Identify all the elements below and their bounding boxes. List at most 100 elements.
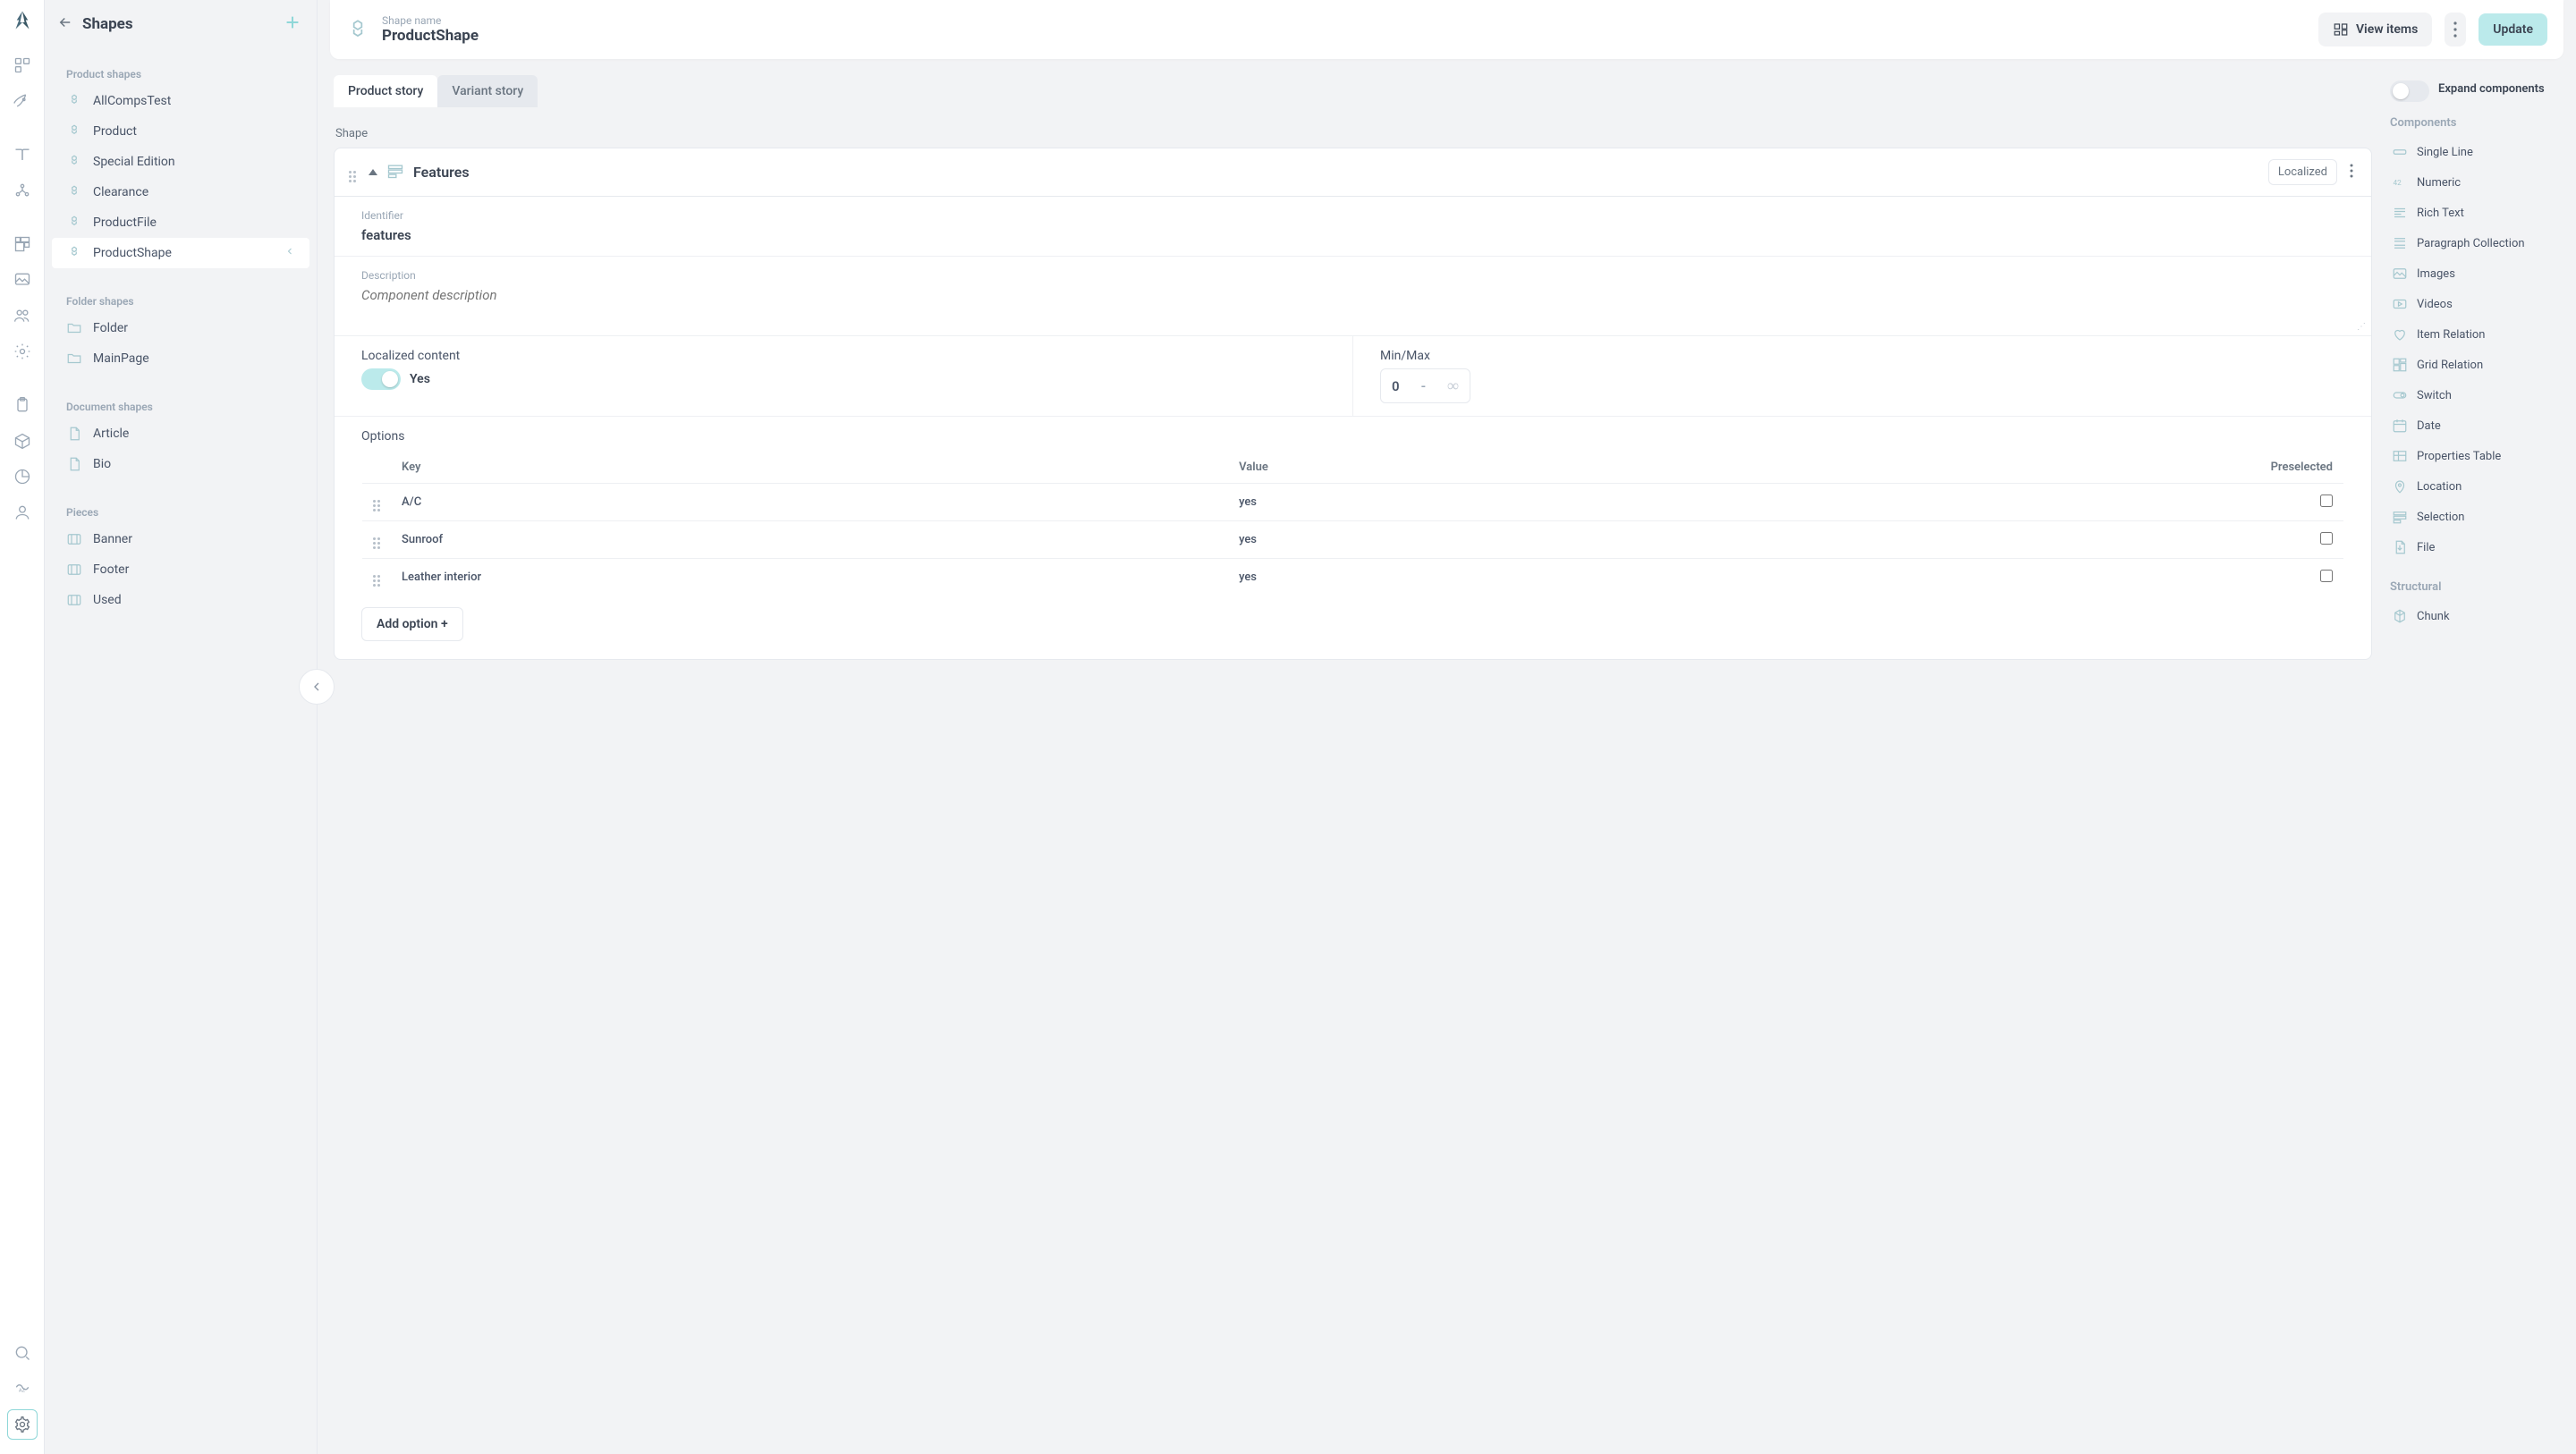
component-card: Features Localized Identifier features D… xyxy=(334,148,2372,660)
pieces-section: Pieces Banner Footer Used xyxy=(45,486,317,622)
table-row: Sunroof yes xyxy=(362,521,2344,559)
tab-variant-story[interactable]: Variant story xyxy=(437,75,538,107)
row-drag-icon[interactable] xyxy=(362,559,392,596)
folder-shapes-section: Folder shapes Folder MainPage xyxy=(45,275,317,381)
sidebar-item-article[interactable]: Article xyxy=(52,418,309,449)
sidebar-item-used[interactable]: Used xyxy=(52,585,309,615)
rail-grid-icon[interactable] xyxy=(7,229,38,259)
sidebar-item-allcompstest[interactable]: AllCompsTest xyxy=(52,86,309,116)
update-button[interactable]: Update xyxy=(2479,13,2547,46)
section-title: Product shapes xyxy=(52,55,309,86)
collapse-sidebar-icon[interactable] xyxy=(299,669,335,705)
sidebar-item-product[interactable]: Product xyxy=(52,116,309,147)
component-name[interactable]: Features xyxy=(413,164,2259,181)
comp-grid-relation[interactable]: Grid Relation xyxy=(2390,350,2560,380)
th-preselected: Preselected xyxy=(1648,452,2343,484)
chevron-left-icon xyxy=(284,246,295,260)
sidebar-item-label: ProductFile xyxy=(93,216,157,230)
sidebar-item-label: AllCompsTest xyxy=(93,94,171,108)
rail-webhooks-icon[interactable] xyxy=(7,175,38,206)
collapse-triangle-icon[interactable] xyxy=(369,169,377,175)
rail-pie-icon[interactable] xyxy=(7,461,38,492)
comp-file[interactable]: File xyxy=(2390,532,2560,562)
comp-switch[interactable]: Switch xyxy=(2390,380,2560,410)
preselected-checkbox[interactable] xyxy=(2320,570,2333,582)
identifier-value[interactable]: features xyxy=(361,227,2344,243)
rail-search-icon[interactable] xyxy=(7,1338,38,1368)
rail-catalogue-icon[interactable] xyxy=(7,50,38,80)
shape-icon xyxy=(346,18,369,41)
components-section-title: Components xyxy=(2390,116,2560,130)
story-tabs: Product story Variant story xyxy=(334,75,2372,107)
add-option-button[interactable]: Add option + xyxy=(361,607,463,641)
rail-image-icon[interactable] xyxy=(7,265,38,295)
sidebar-item-mainpage[interactable]: MainPage xyxy=(52,343,309,374)
comp-properties-table[interactable]: Properties Table xyxy=(2390,441,2560,471)
sidebar-item-productshape[interactable]: ProductShape xyxy=(52,238,309,268)
sidebar-item-label: Used xyxy=(93,593,122,607)
comp-images[interactable]: Images xyxy=(2390,258,2560,289)
comp-paragraph-collection[interactable]: Paragraph Collection xyxy=(2390,228,2560,258)
comp-numeric[interactable]: 42Numeric xyxy=(2390,167,2560,198)
cell-key[interactable]: Sunroof xyxy=(391,521,1228,559)
more-button[interactable] xyxy=(2445,13,2466,46)
row-drag-icon[interactable] xyxy=(362,521,392,559)
rail-language-icon[interactable]: AZ xyxy=(7,1374,38,1404)
sidebar-item-clearance[interactable]: Clearance xyxy=(52,177,309,207)
localized-toggle[interactable]: Yes xyxy=(361,368,1326,390)
comp-selection[interactable]: Selection xyxy=(2390,502,2560,532)
view-items-button[interactable]: View items xyxy=(2318,13,2432,46)
component-menu-icon[interactable] xyxy=(2346,160,2357,185)
max-value[interactable]: ∞ xyxy=(1436,369,1470,402)
preselected-checkbox[interactable] xyxy=(2320,495,2333,507)
sidebar-item-productfile[interactable]: ProductFile xyxy=(52,207,309,238)
rail-settings-icon[interactable] xyxy=(7,1409,38,1440)
rail-clipboard-icon[interactable] xyxy=(7,390,38,420)
comp-single-line[interactable]: Single Line xyxy=(2390,137,2560,167)
expand-components-toggle[interactable] xyxy=(2390,80,2429,102)
sidebar-item-label: Footer xyxy=(93,562,129,577)
description-input[interactable] xyxy=(361,287,2344,319)
comp-videos[interactable]: Videos xyxy=(2390,289,2560,319)
comp-chunk[interactable]: Chunk xyxy=(2390,601,2560,631)
comp-item-relation[interactable]: Item Relation xyxy=(2390,319,2560,350)
cell-key[interactable]: A/C xyxy=(391,484,1228,521)
main-area: Shape name ProductShape View items Updat… xyxy=(318,0,2576,1454)
rail-gear2-icon[interactable] xyxy=(7,336,38,367)
nav-rail: AZ xyxy=(0,0,45,1454)
rail-box-icon[interactable] xyxy=(7,426,38,456)
document-shapes-section: Document shapes Article Bio xyxy=(45,381,317,486)
sidebar: Shapes Product shapes AllCompsTest Produ… xyxy=(45,0,318,1454)
localized-label: Localized content xyxy=(361,349,1326,363)
comp-rich-text[interactable]: Rich Text xyxy=(2390,198,2560,228)
drag-handle-icon[interactable] xyxy=(349,163,356,182)
back-icon[interactable] xyxy=(57,14,73,34)
svg-text:AZ: AZ xyxy=(18,1388,25,1393)
sidebar-item-footer[interactable]: Footer xyxy=(52,554,309,585)
comp-date[interactable]: Date xyxy=(2390,410,2560,441)
cell-value[interactable]: yes xyxy=(1228,559,1648,596)
add-shape-icon[interactable] xyxy=(283,13,302,36)
cell-value[interactable]: yes xyxy=(1228,521,1648,559)
preselected-checkbox[interactable] xyxy=(2320,532,2333,545)
logo-icon xyxy=(9,9,36,36)
rail-user-icon[interactable] xyxy=(7,497,38,528)
minmax-label: Min/Max xyxy=(1380,349,2344,363)
rail-rocket-icon[interactable] xyxy=(7,86,38,116)
tab-product-story[interactable]: Product story xyxy=(334,75,437,107)
min-value[interactable]: 0 xyxy=(1381,371,1411,402)
sidebar-item-special-edition[interactable]: Special Edition xyxy=(52,147,309,177)
sidebar-item-banner[interactable]: Banner xyxy=(52,524,309,554)
rail-users-icon[interactable] xyxy=(7,300,38,331)
cell-value[interactable]: yes xyxy=(1228,484,1648,521)
cell-key[interactable]: Leather interior xyxy=(391,559,1228,596)
description-label: Description xyxy=(361,269,2344,282)
minmax-control[interactable]: 0 - ∞ xyxy=(1380,368,1470,403)
rail-book-icon[interactable] xyxy=(7,139,38,170)
sidebar-item-folder[interactable]: Folder xyxy=(52,313,309,343)
identifier-label: Identifier xyxy=(361,209,2344,222)
row-drag-icon[interactable] xyxy=(362,484,392,521)
sidebar-item-bio[interactable]: Bio xyxy=(52,449,309,479)
comp-location[interactable]: Location xyxy=(2390,471,2560,502)
resize-handle-icon[interactable]: ⋰ xyxy=(2357,322,2366,332)
